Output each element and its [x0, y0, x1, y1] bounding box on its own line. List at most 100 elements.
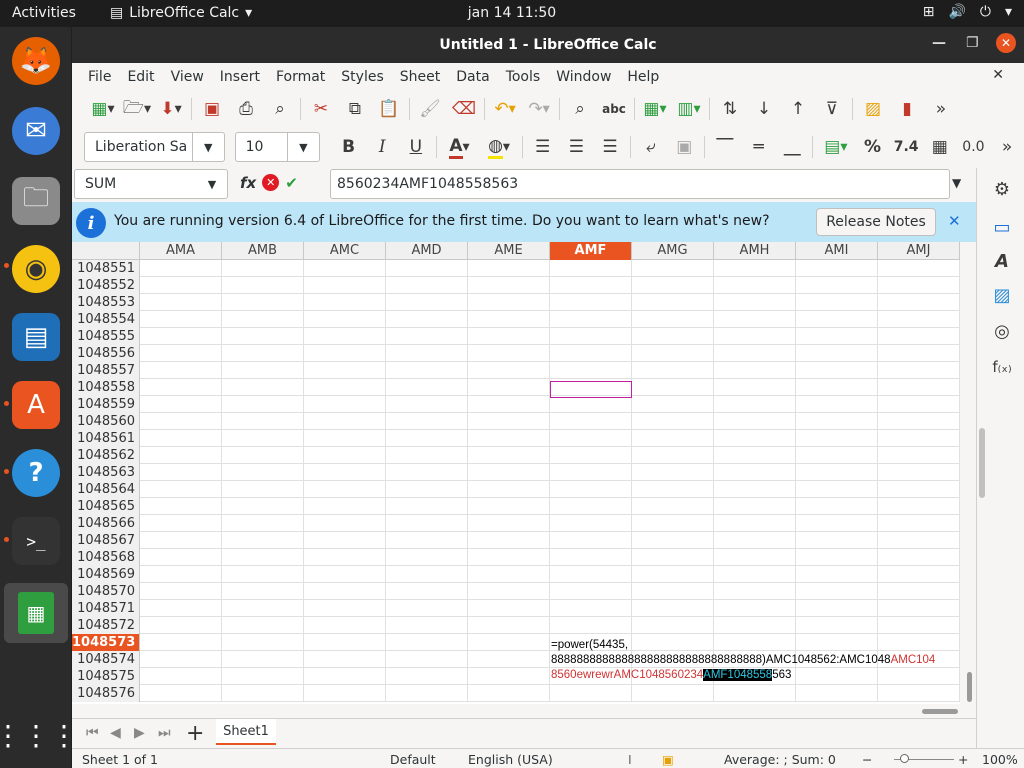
italic-icon[interactable]: I [365, 132, 399, 162]
cell[interactable] [796, 430, 878, 447]
cell[interactable] [468, 379, 550, 396]
cell[interactable] [304, 566, 386, 583]
cell[interactable] [468, 464, 550, 481]
insert-image-icon[interactable]: ▨ [856, 94, 890, 124]
row-header[interactable]: 1048567 [72, 532, 140, 549]
cell[interactable] [140, 277, 222, 294]
row-header[interactable]: 1048566 [72, 515, 140, 532]
cell[interactable] [304, 345, 386, 362]
cell[interactable] [632, 549, 714, 566]
cell[interactable] [632, 464, 714, 481]
previous-sheet-icon[interactable]: ◀ [110, 725, 121, 741]
cell[interactable] [714, 481, 796, 498]
menu-window[interactable]: Window [548, 69, 619, 85]
row-header[interactable]: 1048574 [72, 651, 140, 668]
row-header[interactable]: 1048570 [72, 583, 140, 600]
firefox-icon[interactable]: 🦊 [12, 37, 60, 85]
column-header-ami[interactable]: AMI [796, 242, 878, 260]
menu-view[interactable]: View [163, 69, 212, 85]
cell[interactable] [878, 447, 960, 464]
undo-icon[interactable]: ↶ ▾ [488, 94, 522, 124]
cell[interactable] [550, 566, 632, 583]
function-wizard-button[interactable]: fx [240, 174, 256, 192]
zoom-slider-knob[interactable] [900, 754, 909, 763]
cell[interactable] [468, 396, 550, 413]
cell[interactable] [550, 345, 632, 362]
cell[interactable] [304, 549, 386, 566]
cell[interactable] [468, 447, 550, 464]
cell[interactable] [796, 498, 878, 515]
cell[interactable] [632, 566, 714, 583]
row-header[interactable]: 1048571 [72, 600, 140, 617]
cell[interactable] [304, 396, 386, 413]
cell[interactable] [632, 583, 714, 600]
sort-icon[interactable]: ⇅ [713, 94, 747, 124]
cell[interactable] [140, 549, 222, 566]
cell[interactable] [632, 430, 714, 447]
cell[interactable] [550, 396, 632, 413]
insert-chart-icon[interactable]: ▮ [890, 94, 924, 124]
column-header-amd[interactable]: AMD [386, 242, 468, 260]
cell[interactable] [796, 549, 878, 566]
cell[interactable] [714, 260, 796, 277]
cell[interactable] [386, 379, 468, 396]
cell[interactable] [714, 379, 796, 396]
cell[interactable] [550, 362, 632, 379]
add-decimal-button[interactable]: 0.0 [957, 132, 991, 162]
cell[interactable] [140, 685, 222, 702]
cell[interactable] [878, 362, 960, 379]
cell[interactable] [796, 277, 878, 294]
cell[interactable] [878, 566, 960, 583]
cell[interactable] [222, 396, 304, 413]
cell[interactable] [796, 515, 878, 532]
cell[interactable] [386, 294, 468, 311]
files-icon[interactable]: 🗀 [12, 177, 60, 225]
cell[interactable] [304, 532, 386, 549]
cell[interactable] [796, 532, 878, 549]
align-middle-icon[interactable]: ═ [742, 132, 776, 162]
autofilter-icon[interactable]: ⊽ [815, 94, 849, 124]
new-document-icon[interactable]: ▦ ▾ [86, 94, 120, 124]
menu-tools[interactable]: Tools [498, 69, 549, 85]
last-sheet-icon[interactable]: ⏭ [158, 725, 171, 741]
cell[interactable] [222, 362, 304, 379]
cell[interactable] [386, 260, 468, 277]
cell[interactable] [386, 549, 468, 566]
column-header-amf[interactable]: AMF [550, 242, 632, 260]
cell[interactable] [714, 277, 796, 294]
cell[interactable] [386, 515, 468, 532]
cell[interactable] [796, 328, 878, 345]
highlight-color-icon[interactable]: ◍ ▾ [479, 132, 519, 162]
cell[interactable] [714, 345, 796, 362]
cell[interactable] [222, 617, 304, 634]
print-preview-icon[interactable]: ⌕ [263, 94, 297, 124]
cell[interactable] [714, 600, 796, 617]
cell[interactable] [468, 634, 550, 651]
sheet-tab-sheet1[interactable]: Sheet1 [216, 719, 276, 745]
menu-format[interactable]: Format [268, 69, 333, 85]
cell[interactable] [222, 345, 304, 362]
row-header[interactable]: 1048573 [72, 634, 140, 651]
cell[interactable] [386, 617, 468, 634]
date-format-icon[interactable]: ▦ [923, 132, 957, 162]
cell[interactable] [878, 379, 960, 396]
cell[interactable] [222, 328, 304, 345]
cell[interactable] [796, 379, 878, 396]
merge-cells-icon[interactable]: ▣ [667, 132, 701, 162]
cell[interactable] [140, 379, 222, 396]
align-right-icon[interactable]: ☰ [593, 132, 627, 162]
activities-button[interactable]: Activities [12, 5, 76, 21]
cell[interactable] [468, 498, 550, 515]
styles-icon[interactable]: A [989, 248, 1015, 274]
spelling-icon[interactable]: abc [597, 94, 631, 124]
cell[interactable] [632, 277, 714, 294]
language[interactable]: English (USA) [468, 752, 553, 767]
cell[interactable] [222, 685, 304, 702]
cell[interactable] [796, 413, 878, 430]
row-header[interactable]: 1048551 [72, 260, 140, 277]
cell[interactable] [714, 413, 796, 430]
row-header[interactable]: 1048555 [72, 328, 140, 345]
align-left-icon[interactable]: ☰ [526, 132, 560, 162]
cell[interactable] [140, 651, 222, 668]
formula-input[interactable]: 8560234AMF1048558563 [330, 169, 950, 199]
